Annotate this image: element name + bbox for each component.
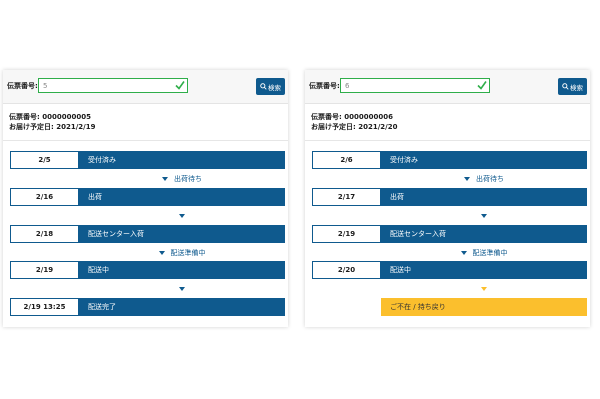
search-button-label: 検索 — [570, 83, 583, 92]
divider — [3, 140, 288, 141]
step-date: 2/20 — [312, 261, 381, 279]
step-date: 2/19 13:25 — [10, 298, 79, 316]
timeline-connector — [381, 279, 587, 298]
tracking-panel-right: 伝票番号: 検索 伝票番号: 0000000006 お届け予定日: 2021/2… — [305, 70, 590, 327]
down-arrow-icon — [158, 250, 165, 255]
timeline-step: 2/16 出荷 — [10, 188, 285, 206]
step-date: 2/17 — [312, 188, 381, 206]
step-status: 配送センター入荷 — [79, 225, 285, 243]
search-icon — [260, 83, 267, 90]
timeline-step: 2/20 配送中 — [312, 261, 587, 279]
step-date: 2/19 — [312, 225, 381, 243]
connector-label: 配送準備中 — [170, 248, 206, 257]
down-arrow-icon — [464, 176, 470, 181]
down-arrow-icon — [179, 213, 185, 218]
timeline-step: ご不在 / 持ち戻り — [312, 298, 587, 316]
timeline-connector: 配送準備中 — [79, 243, 285, 262]
step-status-warning: ご不在 / 持ち戻り — [381, 298, 587, 316]
timeline-step: 2/18 配送センター入荷 — [10, 225, 285, 243]
step-status: 配送中 — [381, 261, 587, 279]
step-date: 2/16 — [10, 188, 79, 206]
search-label: 伝票番号: — [7, 82, 38, 90]
connector-label: 出荷待ち — [476, 174, 504, 183]
step-date: 2/19 — [10, 261, 79, 279]
timeline-step: 2/19 配送センター入荷 — [312, 225, 587, 243]
timeline-connector: 出荷待ち — [381, 169, 587, 188]
timeline-connector — [79, 279, 285, 298]
shipment-info: 伝票番号: 0000000005 お届け予定日: 2021/2/19 — [9, 112, 95, 132]
search-button[interactable]: 検索 — [558, 78, 587, 95]
timeline-step: 2/6 受付済み — [312, 151, 587, 169]
down-arrow-icon — [481, 213, 487, 218]
step-date: 2/6 — [312, 151, 381, 169]
slip-number-input[interactable] — [38, 78, 188, 93]
down-arrow-icon — [162, 176, 168, 181]
step-status: 配送完了 — [79, 298, 285, 316]
divider — [305, 140, 590, 141]
step-status: 配送センター入荷 — [381, 225, 587, 243]
timeline-step: 2/19 13:25 配送完了 — [10, 298, 285, 316]
timeline-connector: 配送準備中 — [381, 243, 587, 262]
tracking-panel-left: 伝票番号: 検索 伝票番号: 0000000005 お届け予定日: 2021/2… — [3, 70, 288, 327]
slip-number: 伝票番号: 0000000005 — [9, 113, 91, 121]
step-status: 出荷 — [381, 188, 587, 206]
check-icon — [175, 81, 185, 90]
search-button-label: 検索 — [268, 83, 281, 92]
connector-label: 出荷待ち — [174, 174, 202, 183]
shipment-info: 伝票番号: 0000000006 お届け予定日: 2021/2/20 — [311, 112, 397, 132]
down-arrow-icon — [179, 286, 185, 291]
timeline-connector — [79, 206, 285, 225]
slip-number-input[interactable] — [340, 78, 490, 93]
search-button[interactable]: 検索 — [256, 78, 285, 95]
check-icon — [477, 81, 487, 90]
step-status: 出荷 — [79, 188, 285, 206]
timeline-step: 2/19 配送中 — [10, 261, 285, 279]
timeline-step: 2/5 受付済み — [10, 151, 285, 169]
down-arrow-icon — [481, 286, 487, 291]
timeline-connector — [381, 206, 587, 225]
slip-number: 伝票番号: 0000000006 — [311, 113, 393, 121]
delivery-date: お届け予定日: 2021/2/19 — [9, 123, 96, 131]
down-arrow-icon — [460, 250, 467, 255]
step-date: 2/5 — [10, 151, 79, 169]
timeline-step: 2/17 出荷 — [312, 188, 587, 206]
step-status: 配送中 — [79, 261, 285, 279]
step-date: 2/18 — [10, 225, 79, 243]
timeline-connector: 出荷待ち — [79, 169, 285, 188]
search-bar: 伝票番号: 検索 — [3, 70, 288, 104]
search-icon — [562, 83, 569, 90]
search-bar: 伝票番号: 検索 — [305, 70, 590, 104]
step-status: 受付済み — [79, 151, 285, 169]
search-label: 伝票番号: — [309, 82, 340, 90]
connector-label: 配送準備中 — [472, 248, 508, 257]
step-status: 受付済み — [381, 151, 587, 169]
delivery-date: お届け予定日: 2021/2/20 — [311, 123, 398, 131]
